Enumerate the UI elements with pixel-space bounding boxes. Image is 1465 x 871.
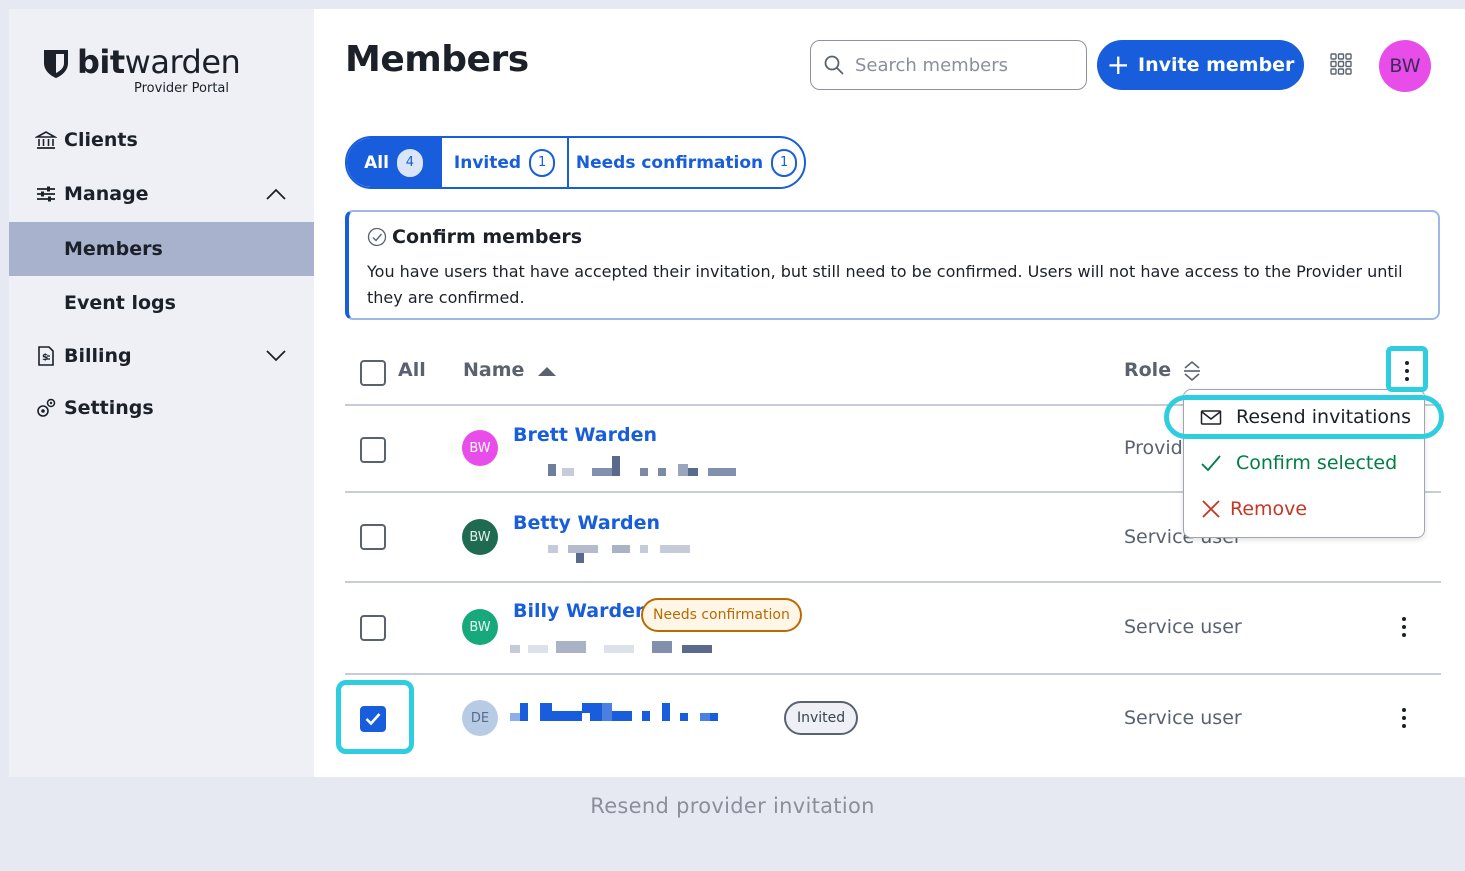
- chevron-down-icon[interactable]: [265, 349, 287, 363]
- check-icon: [1201, 455, 1221, 472]
- row-kebab-icon[interactable]: [1400, 707, 1408, 729]
- bulk-actions-kebab-icon[interactable]: [1403, 360, 1411, 382]
- sidebar-item-label: Manage: [64, 183, 149, 205]
- shield-logo-icon: [44, 50, 68, 78]
- sidebar-item-label: Clients: [64, 129, 138, 151]
- member-filter-tabs: All 4 Invited 1 Needs confirmation 1: [345, 136, 806, 189]
- sort-unsorted-icon: [1184, 360, 1200, 382]
- sidebar-item-label: Billing: [64, 345, 132, 367]
- plus-icon: +: [1106, 48, 1131, 81]
- tab-count-badge: 4: [396, 148, 423, 177]
- menu-item-label: Remove: [1230, 498, 1308, 520]
- checkmark-icon: [365, 713, 381, 726]
- sidebar-item-label: Members: [64, 238, 163, 260]
- tab-all[interactable]: All 4: [347, 138, 440, 187]
- redacted-email: [548, 456, 736, 476]
- sort-ascending-icon: [538, 367, 556, 376]
- redacted-email: [548, 543, 690, 565]
- sidebar-item-manage[interactable]: Manage: [9, 167, 314, 221]
- member-name-link[interactable]: Brett Warden: [513, 424, 657, 446]
- invoice-icon: $: [38, 346, 54, 366]
- sidebar-item-billing[interactable]: $ Billing: [9, 329, 314, 383]
- row-divider: [345, 581, 1441, 583]
- redacted-member-name[interactable]: [510, 703, 718, 723]
- menu-item-resend-invitations[interactable]: Resend invitations: [1184, 395, 1424, 439]
- invite-member-button[interactable]: + Invite member: [1097, 40, 1304, 90]
- tab-label: All: [364, 152, 389, 173]
- page-title: Members: [345, 39, 529, 80]
- row-checkbox[interactable]: [360, 437, 386, 463]
- avatar: BW: [462, 430, 498, 466]
- column-header-label: Name: [463, 359, 525, 381]
- column-header-all: All: [398, 359, 426, 381]
- avatar: BW: [462, 519, 498, 555]
- sidebar-item-label: Event logs: [64, 292, 176, 314]
- svg-text:$: $: [42, 353, 48, 363]
- invite-member-label: Invite member: [1138, 54, 1295, 76]
- member-role: Service user: [1124, 616, 1242, 638]
- status-badge-needs-confirmation: Needs confirmation: [641, 598, 802, 632]
- bulk-actions-menu: Resend invitations Confirm selected Remo…: [1183, 389, 1425, 538]
- sliders-icon: [37, 186, 55, 202]
- row-checkbox-checked[interactable]: [360, 706, 386, 732]
- column-header-role[interactable]: Role: [1124, 359, 1200, 382]
- sidebar-item-members[interactable]: Members: [9, 222, 314, 276]
- redacted-email: [510, 641, 712, 655]
- confirm-members-callout: Confirm members You have users that have…: [345, 210, 1440, 320]
- avatar: BW: [462, 609, 498, 645]
- logo-subtitle: Provider Portal: [134, 81, 230, 96]
- row-checkbox[interactable]: [360, 615, 386, 641]
- account-avatar[interactable]: BW: [1379, 40, 1431, 92]
- sidebar-item-settings[interactable]: Settings: [9, 381, 314, 435]
- sidebar-item-label: Settings: [64, 397, 154, 419]
- close-icon: [1202, 500, 1220, 518]
- member-role: Service user: [1124, 707, 1242, 729]
- chevron-up-icon[interactable]: [265, 187, 287, 201]
- product-switcher-icon[interactable]: [1330, 53, 1352, 75]
- envelope-icon: [1200, 410, 1222, 425]
- tab-count-badge: 1: [529, 148, 556, 177]
- image-caption: Resend provider invitation: [590, 794, 875, 818]
- main-content: Members + Invite member BW All 4 Invited…: [314, 9, 1465, 777]
- tab-label: Needs confirmation: [575, 152, 764, 173]
- search-field[interactable]: [810, 40, 1087, 90]
- bank-icon: [35, 131, 57, 149]
- member-role: Provid: [1124, 437, 1183, 459]
- gears-icon: [37, 398, 56, 417]
- logo-wordmark: bitwarden: [77, 43, 241, 81]
- row-kebab-icon[interactable]: [1400, 616, 1408, 638]
- callout-title: Confirm members: [392, 226, 583, 248]
- menu-item-confirm-selected[interactable]: Confirm selected: [1184, 441, 1424, 485]
- menu-item-remove[interactable]: Remove: [1184, 487, 1424, 531]
- sidebar-item-clients[interactable]: Clients: [9, 113, 314, 167]
- column-header-name[interactable]: Name: [463, 359, 556, 381]
- row-divider: [345, 673, 1441, 675]
- select-all-checkbox[interactable]: [360, 360, 386, 386]
- menu-item-label: Resend invitations: [1236, 406, 1411, 428]
- column-header-label: Role: [1124, 359, 1172, 381]
- menu-item-label: Confirm selected: [1236, 452, 1398, 474]
- tab-invited[interactable]: Invited 1: [440, 138, 567, 187]
- tab-needs-confirmation[interactable]: Needs confirmation 1: [567, 138, 804, 187]
- status-badge-invited: Invited: [784, 701, 859, 735]
- tab-count-badge: 1: [771, 148, 798, 177]
- check-circle-icon: [367, 227, 387, 247]
- tab-label: Invited: [453, 152, 522, 173]
- sidebar: bitwarden Provider Portal Clients Manage…: [9, 9, 314, 777]
- avatar: DE: [462, 700, 498, 736]
- row-checkbox[interactable]: [360, 524, 386, 550]
- member-name-link[interactable]: Billy Warden: [513, 600, 649, 622]
- search-input[interactable]: [855, 51, 1080, 79]
- sidebar-item-event-logs[interactable]: Event logs: [9, 276, 314, 330]
- search-icon: [824, 55, 844, 75]
- callout-text: You have users that have accepted their …: [367, 262, 1403, 307]
- member-name-link[interactable]: Betty Warden: [513, 512, 660, 534]
